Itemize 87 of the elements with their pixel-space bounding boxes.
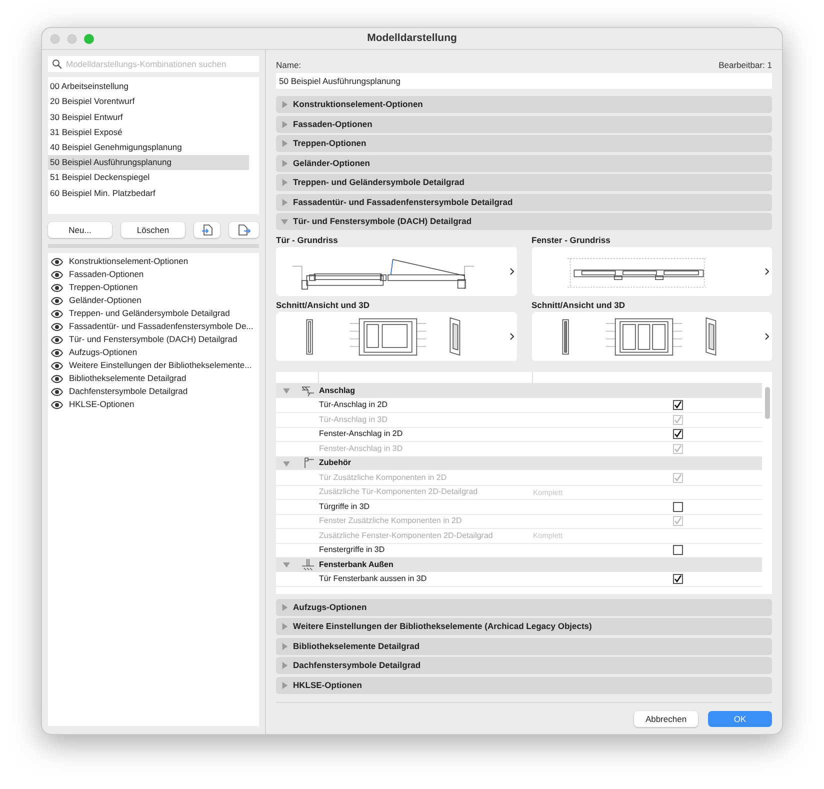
option-label: Fenster Zusätzliche Komponenten in 2D xyxy=(319,515,463,528)
chevron-right-icon[interactable] xyxy=(510,332,514,340)
combination-item[interactable]: 50 Beispiel Ausführungsplanung xyxy=(48,154,249,170)
section-header[interactable]: Weitere Einstellungen der Bibliothekselemente (Archicad Legacy Objects) xyxy=(276,618,772,635)
option-set-item[interactable]: Fassadentür- und Fassadenfenstersymbole De... xyxy=(69,320,254,333)
option-label: Tür-Anschlag in 2D xyxy=(319,399,388,412)
eye-icon[interactable] xyxy=(51,310,63,318)
file-import-icon xyxy=(202,224,212,236)
eye-icon[interactable] xyxy=(51,388,63,396)
preview-label: Fenster - Grundriss xyxy=(532,234,612,246)
section-header[interactable]: Dachfenstersymbole Detailgrad xyxy=(276,657,772,674)
section-header[interactable]: Geländer-Optionen xyxy=(276,154,772,172)
section-header[interactable]: HKLSE-Optionen xyxy=(276,676,772,694)
combination-item[interactable]: 31 Beispiel Exposé xyxy=(48,124,249,140)
eye-icon[interactable] xyxy=(51,362,63,370)
combination-item[interactable]: 60 Beispiel Min. Platzbedarf xyxy=(48,185,249,200)
checkbox[interactable] xyxy=(673,545,683,556)
export-button[interactable] xyxy=(229,222,259,238)
import-button[interactable] xyxy=(194,222,220,238)
section-header[interactable]: Konstruktionselement-Optionen xyxy=(276,96,772,113)
preview-label: Schnitt/Ansicht und 3D xyxy=(276,298,370,312)
checkbox[interactable] xyxy=(673,502,683,512)
option-label: Fenster-Anschlag in 2D xyxy=(319,428,404,440)
option-label: Tür Fensterbank aussen in 3D xyxy=(319,573,428,586)
eye-icon[interactable] xyxy=(51,374,63,382)
section-header[interactable]: Tür- und Fenstersymbole (DACH) Detailgrad xyxy=(276,213,772,230)
editable-count: Bearbeitbar: 1 xyxy=(718,59,772,70)
group-label: Fensterbank Außen xyxy=(319,558,394,571)
eye-icon[interactable] xyxy=(51,284,63,292)
combination-item[interactable]: 20 Beispiel Vorentwurf xyxy=(48,94,249,110)
checkbox[interactable] xyxy=(673,429,683,440)
option-set-item[interactable]: Treppen- und Geländersymbole Detailgrad xyxy=(69,307,230,320)
option-label: Tür-Anschlag in 3D xyxy=(319,414,388,426)
chevron-right-icon[interactable] xyxy=(510,268,514,274)
chevron-right-icon[interactable] xyxy=(765,268,769,274)
chevron-right-icon[interactable] xyxy=(765,332,769,340)
eye-icon[interactable] xyxy=(51,322,63,330)
sill-icon xyxy=(300,558,314,571)
option-label: Türgriffe in 3D xyxy=(319,500,371,513)
scrollbar-thumb[interactable] xyxy=(764,387,770,419)
group-label: Zubehör xyxy=(319,457,351,470)
section-header[interactable]: Treppen- und Geländersymbole Detailgrad xyxy=(276,174,772,191)
option-label: Zusätzliche Tür-Komponenten 2D-Detailgrad xyxy=(319,486,479,498)
combination-item[interactable]: 30 Beispiel Entwurf xyxy=(48,109,249,125)
option-set-item[interactable]: Treppen-Optionen xyxy=(69,281,138,294)
preview-label: Schnitt/Ansicht und 3D xyxy=(532,298,626,312)
section-header[interactable]: Treppen-Optionen xyxy=(276,135,772,152)
search-icon xyxy=(52,59,62,69)
new-button[interactable]: Neu... xyxy=(48,222,112,238)
option-set-item[interactable]: Tür- und Fenstersymbole (DACH) Detailgrad xyxy=(69,333,238,346)
section-header[interactable]: Fassadentür- und Fassadenfenstersymbole Detailgrad xyxy=(276,194,772,210)
group-label: Anschlag xyxy=(319,384,356,397)
option-label: Zusätzliche Fenster-Komponenten 2D-Detailgrad xyxy=(319,530,494,542)
checkbox[interactable] xyxy=(673,574,683,584)
eye-icon[interactable] xyxy=(51,296,63,304)
name-field[interactable]: 50 Beispiel Ausführungsplanung xyxy=(276,73,772,89)
option-set-item[interactable]: Konstruktionselement-Optionen xyxy=(69,255,188,268)
combination-item[interactable]: 40 Beispiel Genehmigungsplanung xyxy=(48,140,249,155)
section-header[interactable]: Bibliothekselemente Detailgrad xyxy=(276,638,772,654)
eye-icon[interactable] xyxy=(51,270,63,278)
option-label: Tür Zusätzliche Komponenten in 2D xyxy=(319,472,448,484)
option-set-item[interactable]: HKLSE-Optionen xyxy=(69,398,134,411)
option-set-item[interactable]: Geländer-Optionen xyxy=(69,294,142,307)
combination-item[interactable]: 51 Beispiel Deckenspiegel xyxy=(48,170,249,186)
option-set-item[interactable]: Bibliothekselemente Detailgrad xyxy=(69,372,186,385)
delete-button[interactable]: Löschen xyxy=(121,222,185,238)
file-export-icon xyxy=(238,224,250,236)
option-set-item[interactable]: Fassaden-Optionen xyxy=(69,268,144,281)
eye-icon[interactable] xyxy=(51,336,63,344)
option-set-item[interactable]: Aufzugs-Optionen xyxy=(69,346,138,359)
option-set-item[interactable]: Weitere Einstellungen der Bibliothekselemente... xyxy=(69,359,252,372)
eye-icon[interactable] xyxy=(51,400,63,408)
hatched-frame-icon xyxy=(300,384,314,397)
combination-item[interactable]: 00 Arbeitseinstellung xyxy=(48,79,249,94)
search-field[interactable]: Modelldarstellungs-Kombinationen suchen xyxy=(48,56,259,72)
checkbox[interactable] xyxy=(673,400,683,410)
option-label: Fenstergriffe in 3D xyxy=(319,544,386,556)
name-label: Name: xyxy=(276,59,302,70)
eye-icon[interactable] xyxy=(51,258,63,266)
preview-label: Tür - Grundriss xyxy=(276,234,339,246)
eye-icon[interactable] xyxy=(51,348,63,356)
section-header[interactable]: Aufzugs-Optionen xyxy=(276,598,772,616)
option-set-item[interactable]: Dachfenstersymbole Detailgrad xyxy=(69,385,188,398)
section-header[interactable]: Fassaden-Optionen xyxy=(276,116,772,132)
cancel-button[interactable]: Abbrechen xyxy=(634,711,698,727)
window-title: Modelldarstellung xyxy=(367,30,457,46)
option-label: Fenster-Anschlag in 3D xyxy=(319,442,404,455)
